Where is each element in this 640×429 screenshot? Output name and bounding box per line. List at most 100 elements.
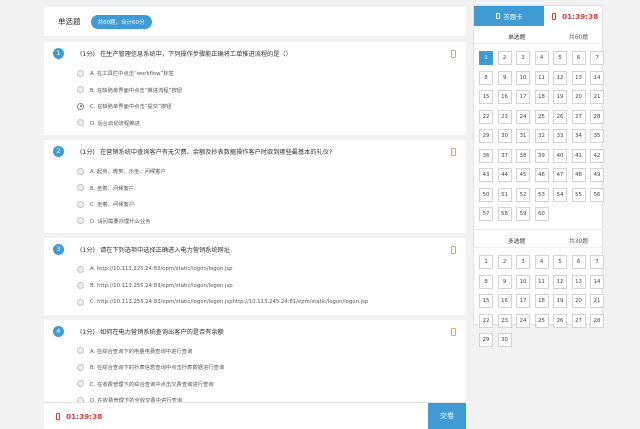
answer-cell[interactable]: 32 xyxy=(534,129,549,143)
answer-cell[interactable]: 12 xyxy=(553,70,567,85)
answer-cell[interactable]: 15 xyxy=(479,294,493,308)
flag-icon[interactable] xyxy=(451,327,456,336)
answer-cell[interactable]: 11 xyxy=(534,70,549,85)
option-item[interactable]: C. 在收费管理下的综合查询中点击欠费查询进行查询 xyxy=(77,376,466,393)
option-item[interactable]: B. http://10.113.255.24:83/epm/static/lo… xyxy=(77,278,466,295)
answer-cell[interactable]: 3 xyxy=(516,51,530,65)
answer-cell[interactable]: 49 xyxy=(590,168,604,182)
flag-icon[interactable] xyxy=(451,50,456,58)
answer-cell[interactable]: 23 xyxy=(497,109,512,124)
answer-cell[interactable]: 28 xyxy=(590,313,604,328)
answer-cell[interactable]: 47 xyxy=(553,168,567,182)
answer-cell[interactable]: 6 xyxy=(571,255,586,269)
radio-button[interactable] xyxy=(77,167,84,175)
answer-cell[interactable]: 2 xyxy=(497,255,512,269)
answer-cell[interactable]: 10 xyxy=(516,274,530,289)
answer-cell[interactable]: 10 xyxy=(516,70,530,85)
answer-cell[interactable]: 34 xyxy=(571,129,586,143)
answer-cell[interactable]: 51 xyxy=(497,187,512,202)
answer-cell[interactable]: 38 xyxy=(516,148,530,163)
option-item[interactable]: A. 起身、微笑、示坐、问候客户 xyxy=(77,163,466,180)
answer-cell[interactable]: 26 xyxy=(553,313,567,328)
answer-cell[interactable]: 16 xyxy=(497,90,512,104)
answer-cell[interactable]: 36 xyxy=(479,148,493,163)
answer-cell[interactable]: 2 xyxy=(497,51,512,65)
answer-cell[interactable]: 39 xyxy=(534,148,549,163)
answer-cell[interactable]: 13 xyxy=(571,70,586,85)
answer-cell[interactable]: 8 xyxy=(479,274,493,289)
submit-button[interactable]: 交卷 xyxy=(428,403,466,429)
radio-button[interactable] xyxy=(77,69,84,77)
answer-cell[interactable]: 50 xyxy=(479,187,493,202)
option-item[interactable]: B. 坐着、问候客户 xyxy=(77,180,466,197)
answer-cell[interactable]: 26 xyxy=(553,109,567,124)
radio-button[interactable] xyxy=(77,265,84,273)
answer-cell[interactable]: 9 xyxy=(497,70,512,85)
answer-cell[interactable]: 33 xyxy=(553,129,567,143)
answer-cell[interactable]: 31 xyxy=(516,129,530,143)
answer-cell[interactable]: 3 xyxy=(516,255,530,269)
flag-icon[interactable] xyxy=(451,246,456,254)
answer-cell[interactable]: 54 xyxy=(553,187,567,202)
answer-cell[interactable]: 12 xyxy=(553,274,567,289)
flag-icon[interactable] xyxy=(451,148,456,156)
answer-cell[interactable]: 16 xyxy=(497,294,512,308)
option-item[interactable]: A. 在工具栏中点击“workflow”标签 xyxy=(77,65,466,82)
radio-button[interactable] xyxy=(77,119,84,127)
answer-cell[interactable]: 27 xyxy=(571,109,586,124)
answer-cell[interactable]: 18 xyxy=(534,294,549,308)
answer-cell[interactable]: 60 xyxy=(534,207,549,221)
radio-button[interactable] xyxy=(77,282,84,290)
answer-cell[interactable]: 21 xyxy=(590,90,604,104)
option-item[interactable]: B. 在综合查询下的抄表信息查询中点击抄表数据进行查询 xyxy=(77,359,466,376)
answer-cell[interactable]: 25 xyxy=(534,313,549,328)
option-item[interactable]: C. http://10.113.255.24:83/epm/static/lo… xyxy=(77,294,466,311)
radio-button[interactable] xyxy=(77,86,84,94)
answer-cell[interactable]: 27 xyxy=(571,313,586,328)
answer-cell[interactable]: 46 xyxy=(534,168,549,182)
radio-button[interactable] xyxy=(77,347,84,355)
option-item[interactable]: A. http://10.113.225.24:83/epm/static/lo… xyxy=(77,261,466,278)
answer-cell[interactable]: 22 xyxy=(479,313,493,328)
option-item[interactable]: A. 在综合查询下的电量电费查询中进行查询 xyxy=(77,343,466,360)
answer-cell[interactable]: 19 xyxy=(553,90,567,104)
answer-cell[interactable]: 13 xyxy=(571,274,586,289)
answer-cell[interactable]: 48 xyxy=(571,168,586,182)
answer-cell[interactable]: 59 xyxy=(516,207,530,221)
radio-button[interactable] xyxy=(77,380,84,388)
answer-cell[interactable]: 42 xyxy=(590,148,604,163)
answer-cell[interactable]: 40 xyxy=(553,148,567,163)
answer-cell[interactable]: 14 xyxy=(590,274,604,289)
answer-cell[interactable]: 5 xyxy=(553,255,567,269)
answer-cell[interactable]: 21 xyxy=(590,294,604,308)
answer-cell[interactable]: 29 xyxy=(479,333,493,347)
answer-cell[interactable]: 43 xyxy=(479,168,493,182)
answer-cell[interactable]: 58 xyxy=(497,207,512,221)
answer-cell[interactable]: 11 xyxy=(534,274,549,289)
answer-cell[interactable]: 19 xyxy=(553,294,567,308)
answer-cell[interactable]: 29 xyxy=(479,129,493,143)
answer-cell[interactable]: 1 xyxy=(479,51,493,65)
answer-cell[interactable]: 56 xyxy=(590,187,604,202)
answer-cell[interactable]: 7 xyxy=(590,255,604,269)
answer-cell[interactable]: 4 xyxy=(534,255,549,269)
answer-cell[interactable]: 7 xyxy=(590,51,604,65)
radio-button[interactable] xyxy=(77,363,84,371)
option-item[interactable]: D. 请问需要办理什么业务 xyxy=(77,213,466,230)
answer-cell[interactable]: 15 xyxy=(479,90,493,104)
answer-cell[interactable]: 4 xyxy=(534,51,549,65)
answer-cell[interactable]: 14 xyxy=(590,70,604,85)
radio-button[interactable] xyxy=(77,217,84,225)
answer-cell[interactable]: 6 xyxy=(571,51,586,65)
answer-cell[interactable]: 45 xyxy=(516,168,530,182)
answer-card-tab[interactable]: 答题卡 xyxy=(474,6,544,26)
answer-cell[interactable]: 5 xyxy=(553,51,567,65)
answer-cell[interactable]: 1 xyxy=(479,255,493,269)
answer-cell[interactable]: 53 xyxy=(534,187,549,202)
option-item[interactable]: D. 后台启动流程推进 xyxy=(77,115,466,132)
answer-cell[interactable]: 20 xyxy=(571,294,586,308)
answer-cell[interactable]: 28 xyxy=(590,109,604,124)
answer-cell[interactable]: 30 xyxy=(497,333,512,347)
answer-cell[interactable]: 17 xyxy=(516,294,530,308)
answer-cell[interactable]: 41 xyxy=(571,148,586,163)
